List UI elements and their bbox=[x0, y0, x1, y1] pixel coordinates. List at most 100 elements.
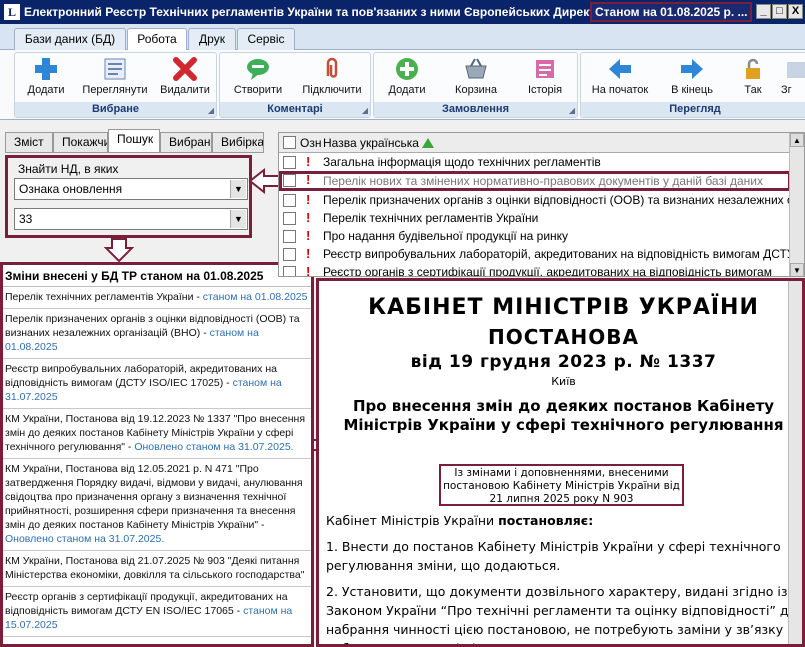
favorites-add-button[interactable]: Додати bbox=[19, 56, 73, 102]
document-title: Про внесення змін до деяких постанов Каб… bbox=[343, 397, 784, 434]
list-item[interactable]: КМ України, Постанова від 19.12.2023 № 1… bbox=[3, 409, 311, 459]
scroll-down-icon[interactable]: ▼ bbox=[790, 263, 804, 276]
group-title-comments: Коментарі bbox=[220, 102, 370, 117]
update-mark-icon: ! bbox=[306, 172, 311, 187]
update-mark-icon: ! bbox=[306, 210, 311, 225]
yes-button[interactable]: Так bbox=[731, 56, 775, 102]
list-scrollbar[interactable]: ▲ ▼ bbox=[789, 133, 804, 276]
title-bar: L Електронний Реєстр Технічних регламент… bbox=[0, 0, 805, 24]
paperclip-icon bbox=[326, 57, 338, 78]
document-scrollbar[interactable] bbox=[788, 281, 802, 644]
more-button[interactable]: Зг bbox=[781, 56, 805, 102]
row-checkbox[interactable] bbox=[283, 194, 296, 207]
date-badge: Станом на 01.08.2025 р. ... bbox=[590, 2, 752, 22]
group-title-orders: Замовлення bbox=[374, 102, 577, 117]
search-value-combo[interactable]: 33 ▼ bbox=[14, 208, 248, 230]
favorites-delete-button[interactable]: Видалити bbox=[157, 56, 213, 102]
group-orders: Додати Корзина Історія Замовлення ◢ bbox=[373, 52, 578, 118]
row-checkbox[interactable] bbox=[283, 156, 296, 169]
favorites-view-button[interactable]: Переглянути bbox=[77, 56, 153, 102]
window-title: Електронний Реєстр Технічних регламентів… bbox=[24, 5, 594, 19]
app-icon: L bbox=[4, 4, 20, 20]
search-field-value: Ознака оновлення bbox=[19, 182, 123, 196]
ribbon: Додати Переглянути Видалити Вибране ◢ Ст… bbox=[0, 50, 805, 120]
document-city: Київ bbox=[551, 375, 576, 388]
update-mark-icon: ! bbox=[306, 228, 311, 243]
basket-icon bbox=[465, 58, 487, 79]
document-lead: Кабінет Міністрів України постановляє: bbox=[326, 513, 594, 528]
list-item[interactable]: Перелік призначених органів з оцінки від… bbox=[3, 309, 311, 359]
changes-panel: Зміни внесені у БД ТР станом на 01.08.20… bbox=[0, 262, 314, 647]
list-item[interactable]: КМ України, Постанова від 21.07.2025 № 9… bbox=[3, 551, 311, 587]
minimize-button[interactable]: _ bbox=[756, 4, 771, 19]
table-row-selected[interactable]: ! Перелік нових та змінених нормативно-пр… bbox=[279, 171, 791, 191]
callout-arrow-down-icon bbox=[104, 238, 134, 262]
group-comments: Створити Підключити Коментарі ◢ bbox=[219, 52, 371, 118]
tab-databases[interactable]: Бази даних (БД) bbox=[14, 28, 126, 50]
table-row[interactable]: ! Перелік технічних регламентів України bbox=[279, 209, 791, 227]
list-item[interactable]: Реєстр випробувальних лабораторій, акред… bbox=[3, 359, 311, 409]
tab-selection[interactable]: Вибірка bbox=[212, 132, 264, 153]
tab-search[interactable]: Пошук bbox=[108, 129, 160, 153]
tab-work[interactable]: Робота bbox=[127, 28, 187, 51]
dialog-launcher-icon[interactable]: ◢ bbox=[208, 106, 214, 115]
more-icon bbox=[787, 62, 805, 78]
chevron-down-icon[interactable]: ▼ bbox=[230, 180, 246, 198]
comments-create-button[interactable]: Створити bbox=[224, 56, 292, 102]
close-button[interactable]: X bbox=[788, 4, 803, 19]
column-header-name[interactable]: Назва українська bbox=[323, 136, 434, 150]
table-row[interactable]: ! Про надання будівельної продукції на ри… bbox=[279, 227, 791, 245]
orders-add-button[interactable]: Додати bbox=[378, 56, 436, 102]
sort-ascending-icon bbox=[421, 138, 434, 148]
ribbon-tabs: Бази даних (БД) Робота Друк Сервіс bbox=[0, 24, 805, 51]
row-checkbox[interactable] bbox=[283, 212, 296, 225]
group-title-view: Перегляд bbox=[581, 102, 805, 117]
go-end-button[interactable]: В кінець bbox=[661, 56, 723, 102]
document-paragraph: 2. Установити, що документи дозвільного … bbox=[326, 584, 797, 644]
column-header-ozn[interactable]: Озн bbox=[300, 136, 321, 150]
group-view: На початок В кінець Так Зг Перегляд bbox=[580, 52, 805, 118]
table-row[interactable]: ! Загальна інформація щодо технічних регл… bbox=[279, 153, 791, 171]
tab-index[interactable]: Покажчик bbox=[53, 132, 108, 153]
row-checkbox[interactable] bbox=[283, 248, 296, 261]
comment-icon bbox=[247, 59, 269, 80]
document-paragraph: 1. Внести до постанов Кабінету Міністрів… bbox=[326, 539, 781, 573]
list-item[interactable]: Перелік технічних регламентів України - … bbox=[3, 287, 311, 309]
orders-history-button[interactable]: Історія bbox=[516, 56, 574, 102]
row-checkbox[interactable] bbox=[283, 174, 296, 187]
document-list: Озн Назва українська ! Загальна інформаці… bbox=[278, 132, 805, 277]
add-circle-icon bbox=[396, 58, 418, 80]
dialog-launcher-icon[interactable]: ◢ bbox=[362, 106, 368, 115]
changes-title: Зміни внесені у БД ТР станом на 01.08.20… bbox=[3, 265, 311, 287]
orders-cart-button[interactable]: Корзина bbox=[444, 56, 508, 102]
list-header: Озн Назва українська bbox=[279, 133, 804, 153]
tab-print[interactable]: Друк bbox=[188, 28, 236, 50]
list-item[interactable]: Реєстр органів з сертифікації продукції,… bbox=[3, 587, 311, 637]
tab-contents[interactable]: Зміст bbox=[5, 132, 53, 153]
maximize-button[interactable]: □ bbox=[772, 4, 787, 19]
list-item[interactable]: КМ України, Постанова від 12.05.2021 р. … bbox=[3, 459, 311, 551]
row-checkbox[interactable] bbox=[283, 266, 296, 276]
dialog-launcher-icon[interactable]: ◢ bbox=[569, 106, 575, 115]
select-all-checkbox[interactable] bbox=[283, 136, 296, 149]
history-icon bbox=[536, 60, 554, 78]
row-checkbox[interactable] bbox=[283, 230, 296, 243]
search-label: Знайти НД, в яких bbox=[18, 162, 119, 176]
update-mark-icon: ! bbox=[306, 264, 311, 277]
arrow-right-icon bbox=[681, 59, 703, 79]
table-row[interactable]: ! Реєстр органів з сертифікації продукції… bbox=[279, 263, 791, 277]
table-row[interactable]: ! Реєстр випробувальних лабораторій, акре… bbox=[279, 245, 791, 263]
table-row[interactable]: ! Перелік призначених органів з оцінки ві… bbox=[279, 191, 791, 209]
group-title-favorites: Вибране bbox=[15, 102, 216, 117]
document-date: від 19 грудня 2023 р. № 1337 bbox=[410, 352, 717, 372]
scroll-up-icon[interactable]: ▲ bbox=[790, 133, 804, 147]
chevron-down-icon[interactable]: ▼ bbox=[230, 210, 246, 228]
comments-attach-button[interactable]: Підключити bbox=[296, 56, 368, 102]
update-mark-icon: ! bbox=[306, 192, 311, 207]
document-kind: ПОСТАНОВА bbox=[487, 325, 639, 349]
search-field-combo[interactable]: Ознака оновлення ▼ bbox=[14, 178, 248, 200]
tab-service[interactable]: Сервіс bbox=[237, 28, 295, 50]
go-start-button[interactable]: На початок bbox=[583, 56, 657, 102]
tab-favorites[interactable]: Вибране bbox=[160, 132, 212, 153]
search-value: 33 bbox=[19, 212, 33, 226]
